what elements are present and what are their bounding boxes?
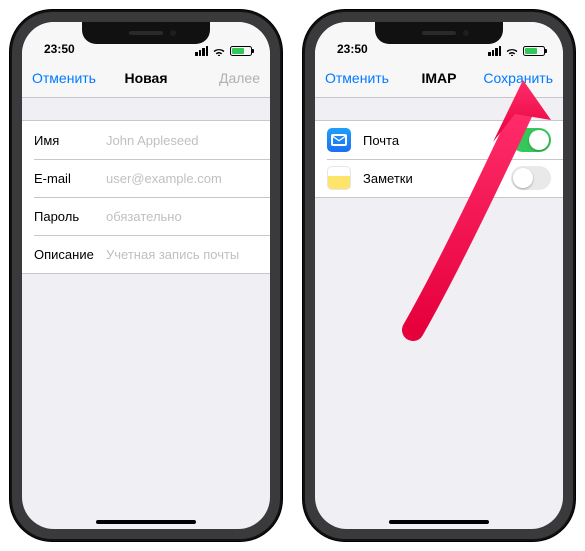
wifi-icon	[505, 46, 519, 56]
form-group: Имя John Appleseed E-mail user@example.c…	[22, 120, 270, 274]
name-field[interactable]: Имя John Appleseed	[22, 121, 270, 159]
nav-bar: Отменить IMAP Сохранить	[315, 58, 563, 98]
notch	[82, 22, 210, 44]
field-placeholder: Учетная запись почты	[106, 247, 239, 262]
battery-icon	[230, 46, 252, 56]
field-placeholder: user@example.com	[106, 171, 222, 186]
row-label: Заметки	[363, 171, 511, 186]
cellular-icon	[488, 46, 501, 56]
nav-title: Новая	[102, 70, 190, 86]
mail-app-icon	[327, 128, 351, 152]
cancel-button[interactable]: Отменить	[325, 70, 395, 86]
next-button[interactable]: Далее	[190, 70, 260, 86]
field-placeholder: обязательно	[106, 209, 182, 224]
toggles-group: Почта Заметки	[315, 120, 563, 198]
status-time: 23:50	[44, 42, 75, 56]
description-field[interactable]: Описание Учетная запись почты	[22, 235, 270, 273]
field-placeholder: John Appleseed	[106, 133, 199, 148]
cellular-icon	[195, 46, 208, 56]
field-label: Имя	[34, 133, 106, 148]
notes-toggle[interactable]	[511, 166, 551, 190]
email-field[interactable]: E-mail user@example.com	[22, 159, 270, 197]
field-label: Описание	[34, 247, 106, 262]
row-label: Почта	[363, 133, 511, 148]
save-button[interactable]: Сохранить	[483, 70, 553, 86]
field-label: Пароль	[34, 209, 106, 224]
status-time: 23:50	[337, 42, 368, 56]
wifi-icon	[212, 46, 226, 56]
cancel-button[interactable]: Отменить	[32, 70, 102, 86]
device-right: 23:50 Отменить IMAP Сохранить Почта	[303, 10, 575, 541]
mail-row: Почта	[315, 121, 563, 159]
home-indicator[interactable]	[389, 520, 489, 524]
status-indicators	[195, 46, 252, 56]
screen-right: 23:50 Отменить IMAP Сохранить Почта	[315, 22, 563, 529]
home-indicator[interactable]	[96, 520, 196, 524]
nav-title: IMAP	[395, 70, 483, 86]
password-field[interactable]: Пароль обязательно	[22, 197, 270, 235]
notch	[375, 22, 503, 44]
field-label: E-mail	[34, 171, 106, 186]
notes-app-icon	[327, 166, 351, 190]
device-left: 23:50 Отменить Новая Далее Имя John Appl…	[10, 10, 282, 541]
notes-row: Заметки	[315, 159, 563, 197]
screen-left: 23:50 Отменить Новая Далее Имя John Appl…	[22, 22, 270, 529]
status-indicators	[488, 46, 545, 56]
mail-toggle[interactable]	[511, 128, 551, 152]
nav-bar: Отменить Новая Далее	[22, 58, 270, 98]
battery-icon	[523, 46, 545, 56]
